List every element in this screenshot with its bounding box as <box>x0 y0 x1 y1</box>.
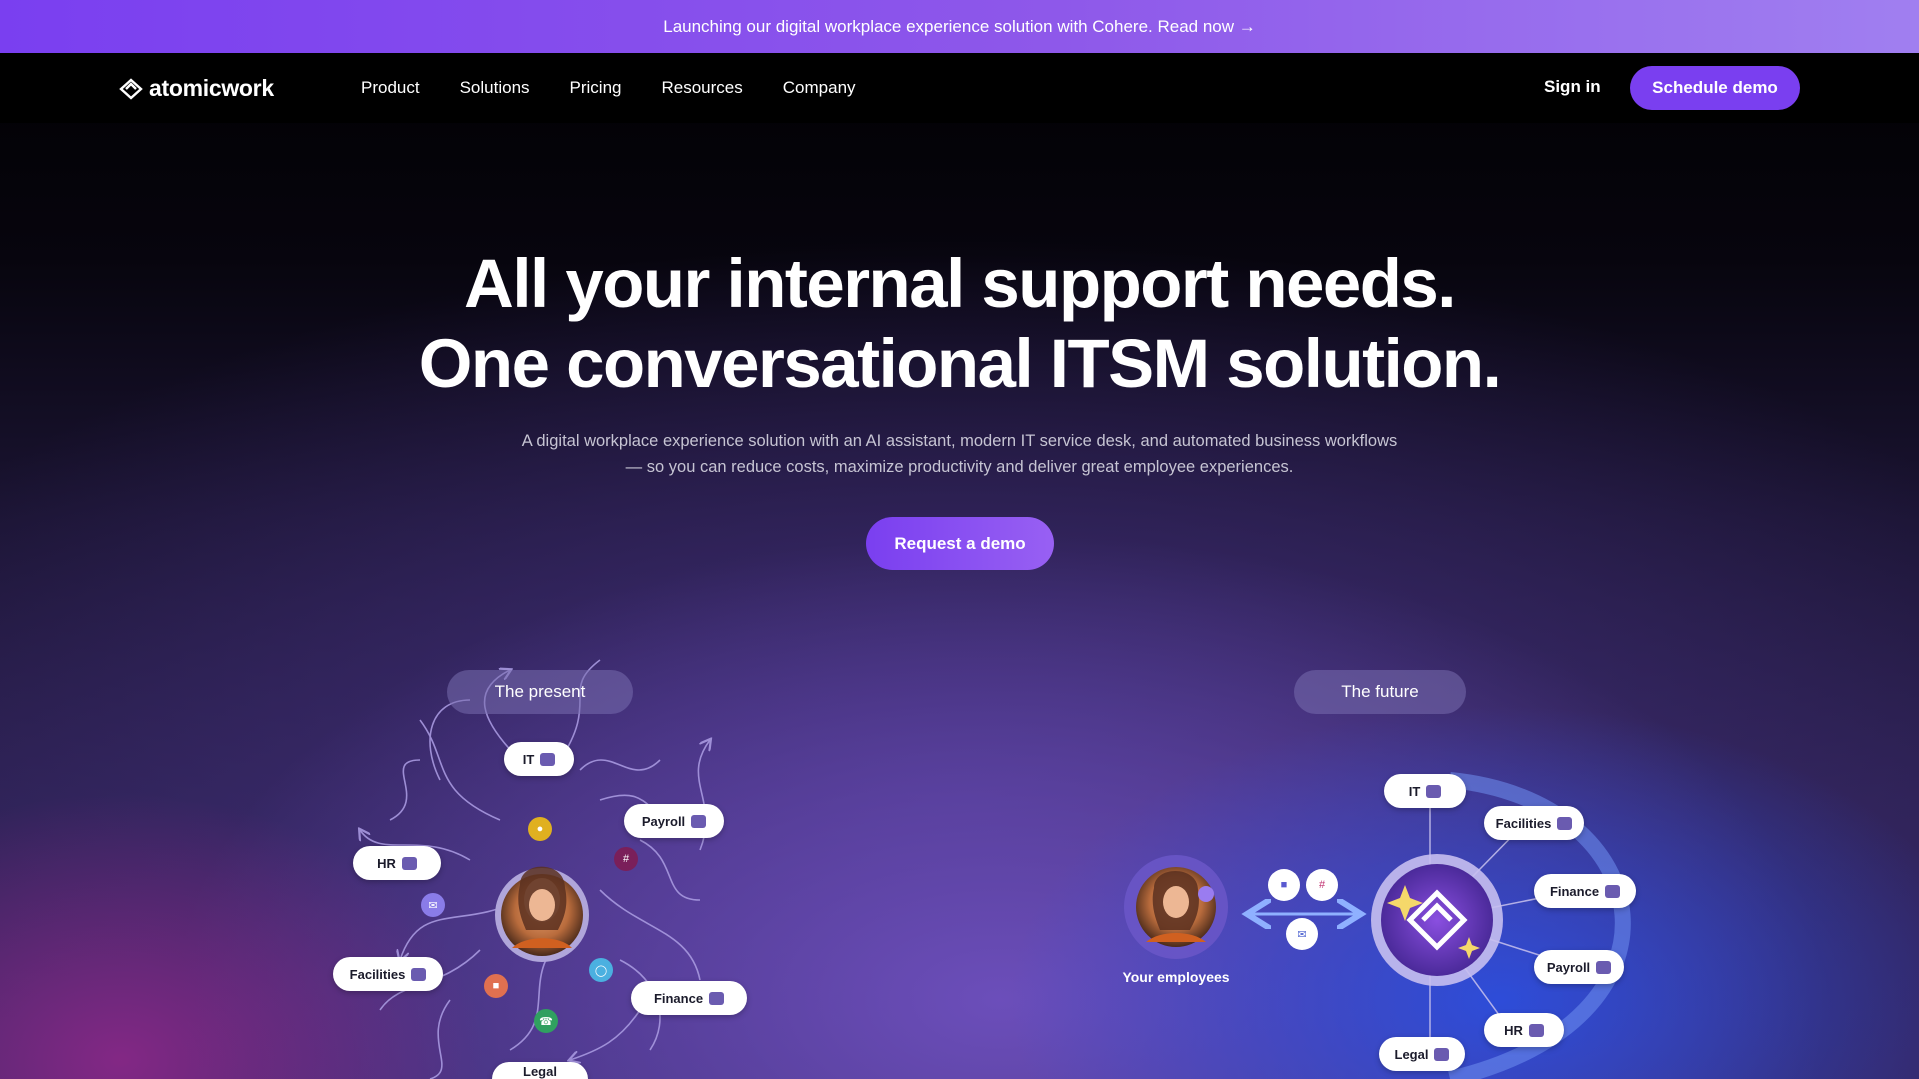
present-tag-legal-label: Legal <box>523 1064 557 1079</box>
future-label: The future <box>1294 670 1466 714</box>
future-tag-it-label: IT <box>1408 783 1421 799</box>
logo-text: atomicwork <box>149 75 274 101</box>
future-tag-hr: HR <box>1484 1013 1564 1047</box>
present-tag-hr-label: HR <box>377 855 396 871</box>
present-tag-payroll-label: Payroll <box>641 813 686 829</box>
facilities-icon <box>1557 816 1573 830</box>
facilities-icon <box>411 967 427 981</box>
future-tag-facilities: Facilities <box>1484 806 1584 840</box>
nav-item-resources[interactable]: Resources <box>662 78 743 98</box>
future-tag-finance: Finance <box>1534 874 1636 908</box>
present-tag-payroll: Payroll <box>624 804 724 838</box>
mail-icon: ✉ <box>421 893 445 917</box>
nav-item-solutions[interactable]: Solutions <box>460 78 530 98</box>
globe-icon: ◯ <box>589 958 613 982</box>
hero-subtitle-line2: — so you can reduce costs, maximize prod… <box>625 458 1294 476</box>
hero-title-line1: All your internal support needs. <box>464 245 1456 322</box>
legal-icon <box>1434 1047 1450 1061</box>
announcement-banner[interactable]: Launching our digital workplace experien… <box>0 0 1919 53</box>
request-demo-button[interactable]: Request a demo <box>866 517 1054 570</box>
hr-icon <box>401 856 417 870</box>
future-tag-payroll-label: Payroll <box>1546 959 1591 975</box>
sign-in-link[interactable]: Sign in <box>1544 77 1601 97</box>
it-icon <box>540 752 556 766</box>
present-tag-legal: Legal <box>492 1062 588 1079</box>
present-tag-hr: HR <box>353 846 441 880</box>
heart-badge <box>1198 886 1214 902</box>
present-tag-finance-label: Finance <box>653 990 704 1006</box>
future-tag-facilities-label: Facilities <box>1495 815 1552 831</box>
present-tag-finance: Finance <box>631 981 747 1015</box>
present-tag-facilities: Facilities <box>333 957 443 991</box>
phone-icon: ☎ <box>534 1009 558 1033</box>
announcement-text[interactable]: Launching our digital workplace experien… <box>663 17 1256 37</box>
headset-icon: ● <box>528 817 552 841</box>
it-icon <box>1426 784 1442 798</box>
future-tag-payroll: Payroll <box>1534 950 1624 984</box>
slack-icon: # <box>1306 869 1338 901</box>
nav-item-company[interactable]: Company <box>783 78 856 98</box>
future-hub-inner <box>1381 864 1493 976</box>
nav-item-product[interactable]: Product <box>361 78 420 98</box>
video-icon: ■ <box>484 974 508 998</box>
hero-subtitle-line1: A digital workplace experience solution … <box>521 432 1398 450</box>
payroll-icon <box>691 814 707 828</box>
hero-title-line2: One conversational ITSM solution. <box>418 325 1502 402</box>
future-tag-finance-label: Finance <box>1549 883 1600 899</box>
hero-title: All your internal support needs. One con… <box>0 244 1919 404</box>
logo[interactable]: atomicwork <box>119 75 274 102</box>
nav-item-pricing[interactable]: Pricing <box>570 78 622 98</box>
finance-icon <box>1605 884 1621 898</box>
present-tag-it-label: IT <box>522 751 535 767</box>
future-tag-legal-label: Legal <box>1394 1046 1429 1062</box>
present-tag-facilities-label: Facilities <box>349 966 406 982</box>
hero-subtitle: A digital workplace experience solution … <box>0 428 1919 480</box>
hr-icon <box>1528 1023 1544 1037</box>
future-tag-legal: Legal <box>1379 1037 1465 1071</box>
future-tag-hr-label: HR <box>1504 1022 1523 1038</box>
mail-icon: ✉ <box>1286 918 1318 950</box>
teams-icon: ■ <box>1268 869 1300 901</box>
present-label: The present <box>447 670 633 714</box>
atomicwork-logo-icon <box>119 77 143 100</box>
future-tag-it: IT <box>1384 774 1466 808</box>
nav-menu: Product Solutions Pricing Resources Comp… <box>361 53 896 123</box>
slack-icon: # <box>614 847 638 871</box>
schedule-demo-button[interactable]: Schedule demo <box>1630 66 1800 110</box>
present-tag-it: IT <box>504 742 574 776</box>
payroll-icon <box>1596 960 1612 974</box>
top-navigation: atomicwork Product Solutions Pricing Res… <box>0 53 1919 123</box>
your-employees-caption: Your employees <box>1122 969 1230 985</box>
finance-icon <box>709 991 725 1005</box>
